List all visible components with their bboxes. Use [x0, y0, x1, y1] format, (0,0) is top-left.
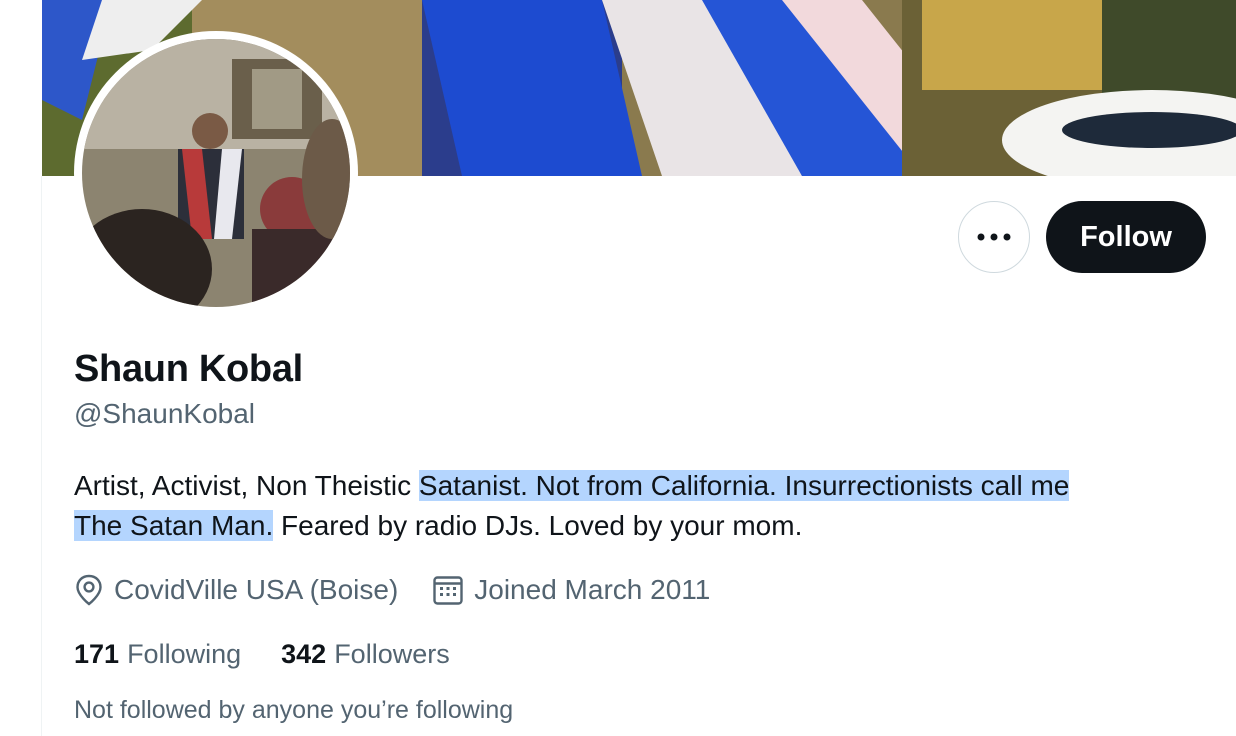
- location-text: CovidVille USA (Boise): [114, 574, 399, 605]
- followers-count: 342: [281, 638, 327, 669]
- profile-meta: CovidVille USA (Boise) Joined March 2011: [74, 570, 744, 610]
- bio-highlighted-text: Satanist. Not from California. Insurrect…: [418, 470, 1070, 501]
- location: CovidVille USA (Boise): [74, 574, 398, 606]
- join-date: Joined March 2011: [432, 574, 710, 606]
- column-border: [41, 176, 42, 736]
- follow-counts: 171 Following 342 Followers: [74, 634, 490, 674]
- following-link[interactable]: 171 Following: [74, 639, 241, 670]
- user-handle: @ShaunKobal: [74, 398, 256, 429]
- following-count: 171: [74, 638, 120, 669]
- followers-link[interactable]: 342 Followers: [281, 639, 450, 670]
- bio-text: Artist, Activist, Non Theistic: [74, 470, 419, 501]
- location-pin-icon: [76, 574, 102, 606]
- bio-text-2: Feared by radio DJs. Loved by your mom.: [273, 510, 803, 541]
- left-rail: [0, 0, 42, 736]
- profile-avatar[interactable]: [74, 31, 358, 315]
- follow-button-label: Follow: [1080, 220, 1172, 253]
- profile-bio: Artist, Activist, Non Theistic Satanist.…: [74, 466, 1204, 546]
- followers-label: Followers: [334, 638, 450, 669]
- join-date-text: Joined March 2011: [474, 574, 711, 605]
- more-options-button[interactable]: [958, 201, 1030, 273]
- bio-highlighted-text-2: The Satan Man.: [74, 510, 274, 541]
- calendar-icon: [433, 576, 463, 605]
- ellipsis-icon: [977, 233, 1011, 241]
- followed-by-note: Not followed by anyone you’re following: [74, 696, 514, 724]
- display-name: Shaun Kobal: [74, 348, 303, 390]
- following-label: Following: [127, 638, 242, 669]
- follow-button[interactable]: Follow: [1046, 201, 1206, 273]
